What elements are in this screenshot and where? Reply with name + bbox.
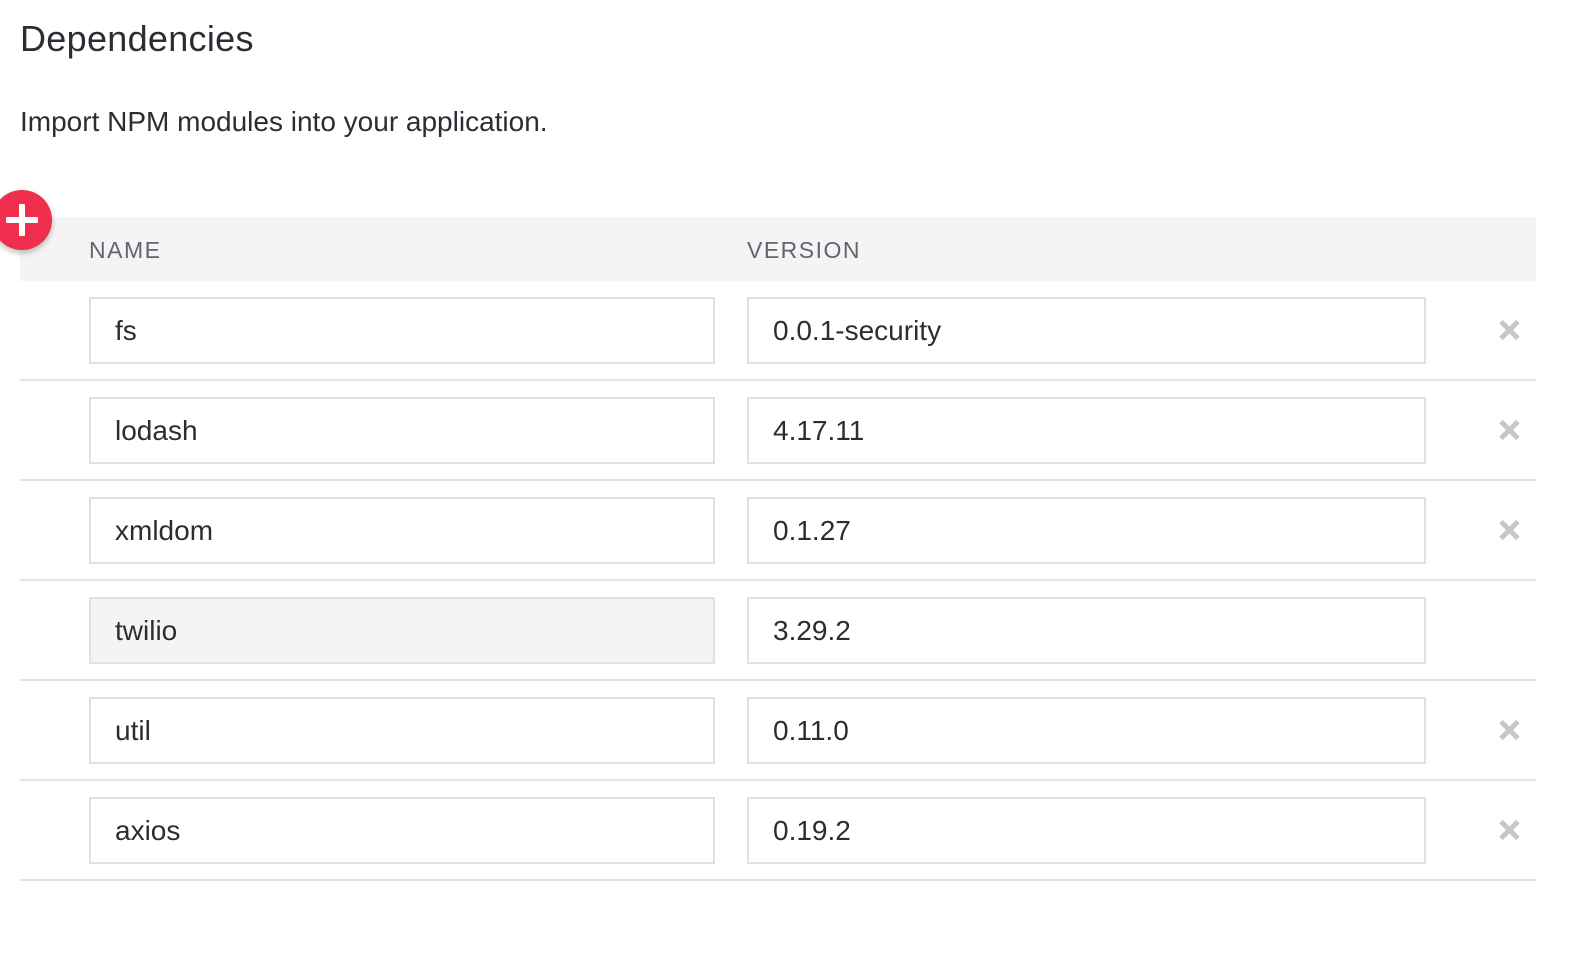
close-icon[interactable] — [1498, 719, 1520, 741]
plus-icon — [6, 204, 38, 236]
dependency-version-input[interactable] — [747, 797, 1426, 864]
dependency-name-input[interactable] — [89, 797, 715, 864]
table-header: NAME VERSION — [20, 217, 1536, 281]
dependency-name-input[interactable] — [89, 697, 715, 764]
dependency-version-input[interactable] — [747, 497, 1426, 564]
table-row — [20, 581, 1536, 681]
dependencies-page: Dependencies Import NPM modules into you… — [0, 0, 1592, 960]
dependency-version-input[interactable] — [747, 397, 1426, 464]
dependency-name-input[interactable] — [89, 297, 715, 364]
dependency-version-input[interactable] — [747, 297, 1426, 364]
table-row — [20, 481, 1536, 581]
page-title: Dependencies — [20, 18, 254, 59]
dependencies-table: NAME VERSION — [20, 217, 1536, 881]
table-row — [20, 281, 1536, 381]
table-row — [20, 781, 1536, 881]
dependency-version-input[interactable] — [747, 597, 1426, 664]
dependency-name-input-locked — [89, 597, 715, 664]
column-header-name: NAME — [89, 237, 162, 263]
close-icon[interactable] — [1498, 819, 1520, 841]
column-header-version: VERSION — [747, 237, 862, 263]
dependency-name-input[interactable] — [89, 397, 715, 464]
table-row — [20, 681, 1536, 781]
close-icon[interactable] — [1498, 519, 1520, 541]
close-icon[interactable] — [1498, 319, 1520, 341]
dependency-version-input[interactable] — [747, 697, 1426, 764]
dependency-name-input[interactable] — [89, 497, 715, 564]
page-description: Import NPM modules into your application… — [20, 106, 548, 137]
table-row — [20, 381, 1536, 481]
close-icon[interactable] — [1498, 419, 1520, 441]
